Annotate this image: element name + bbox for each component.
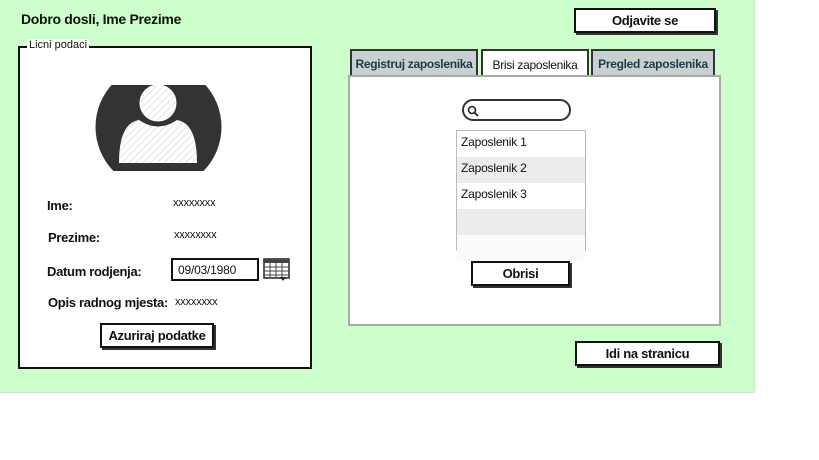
greeting-text: Dobro dosli, Ime Prezime [21, 11, 182, 27]
update-profile-button[interactable]: Azuriraj podatke [100, 323, 214, 348]
datum-rodjenja-label: Datum rodjenja: [47, 264, 142, 279]
prezime-label: Prezime: [48, 230, 100, 245]
profile-panel-legend: Licni podaci [27, 39, 90, 51]
delete-button[interactable]: Obrisi [471, 261, 570, 286]
prezime-value: xxxxxxxx [174, 229, 217, 241]
datum-rodjenja-field[interactable]: 09/03/1980 [171, 258, 259, 281]
user-avatar-icon [95, 83, 222, 171]
opis-radnog-mjesta-value: xxxxxxxx [175, 296, 218, 308]
tab-registruj-zaposlenika[interactable]: Registruj zaposlenika [350, 49, 478, 76]
go-to-page-button[interactable]: Idi na stranicu [575, 341, 720, 366]
logout-button[interactable]: Odjavite se [574, 8, 716, 33]
list-item[interactable]: Zaposlenik 1 [457, 131, 585, 157]
opis-radnog-mjesta-label: Opis radnog mjesta: [48, 295, 168, 310]
ime-label: Ime: [47, 198, 73, 213]
list-item[interactable] [457, 235, 585, 261]
calendar-icon[interactable] [263, 258, 290, 282]
list-item[interactable]: Zaposlenik 3 [457, 183, 585, 209]
tab-pregled-zaposlenika[interactable]: Pregled zaposlenika [591, 49, 715, 76]
ime-value: xxxxxxxx [173, 197, 216, 209]
employee-list: Zaposlenik 1 Zaposlenik 2 Zaposlenik 3 [456, 130, 586, 261]
tab-brisi-zaposlenika[interactable]: Brisi zaposlenika [481, 49, 589, 78]
list-item[interactable]: Zaposlenik 2 [457, 157, 585, 183]
list-item[interactable] [457, 209, 585, 235]
search-icon [467, 104, 479, 117]
